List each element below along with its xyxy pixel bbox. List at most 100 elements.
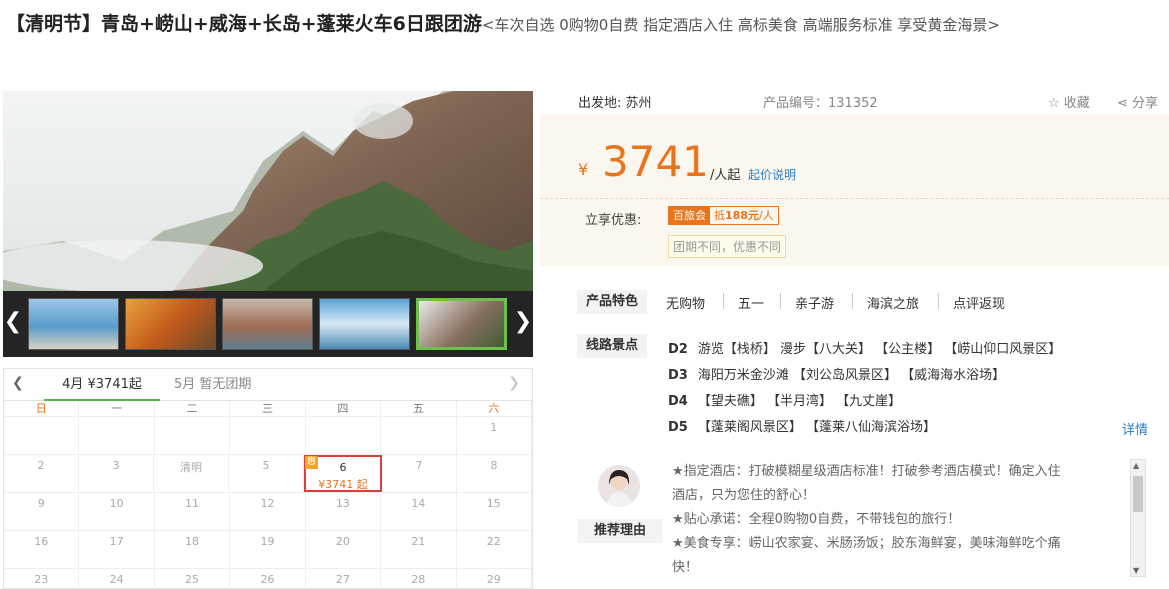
calendar-day: 19 [230, 531, 306, 568]
reason-line: 快！ [672, 560, 699, 575]
features-label: 产品特色 [577, 290, 647, 314]
route-detail-link[interactable]: 详情 [1122, 419, 1148, 438]
gallery-next-arrow-icon[interactable]: ❯ [513, 309, 533, 334]
thumbnail-1[interactable] [28, 298, 119, 350]
discount-amount: 抵188元/人 [714, 209, 774, 222]
calendar-day: 8 [457, 455, 532, 492]
reason-line: ★指定酒店：打破模糊星级酒店标准！打破参考酒店模式！确定入住 [672, 464, 1061, 479]
weekday-mon: 一 [79, 401, 155, 416]
calendar-day: 13 [306, 493, 382, 530]
departure-city: 出发地: 苏州 [578, 96, 652, 111]
discount-note: 团期不同，优惠不同 [668, 235, 787, 258]
calendar-week: 16 17 18 19 20 21 22 [4, 531, 532, 569]
mountain-photo [3, 91, 533, 291]
tab-month-april[interactable]: 4月 ¥3741起 [44, 369, 160, 401]
divider [723, 293, 724, 309]
weekday-tue: 二 [155, 401, 231, 416]
available-price: ¥3741 起 [318, 478, 368, 491]
route-line: D4 【望夫礁】 【半月湾】 【九丈崖】 [668, 394, 902, 409]
scroll-up-icon[interactable]: ▲ [1133, 461, 1139, 470]
route-line: D2 游览【栈桥】 漫步【八大关】 【公主楼】 【崂山仰口风景区】 [668, 342, 1062, 357]
calendar-next-icon[interactable]: ❯ [508, 375, 520, 391]
share-icon: ⋖ [1117, 96, 1128, 111]
price-panel: ¥ 3741 /人起 起价说明 立享优惠: 百旅会 抵188元/人 团期不同，优… [540, 115, 1169, 266]
price-amount: 3741 [602, 137, 709, 186]
departure-calendar: ❮ 4月 ¥3741起 5月 暂无团期 ❯ 日 一 二 三 四 五 六 1 2 … [3, 368, 533, 589]
feature-item[interactable]: 点评返现 [953, 293, 1005, 312]
avatar [598, 465, 640, 507]
calendar-week: 23 24 25 26 27 28 29 [4, 569, 532, 589]
gallery-prev-arrow-icon[interactable]: ❮ [3, 309, 23, 334]
thumbnail-strip: ❮ ❯ [3, 291, 533, 357]
calendar-day: 28 [381, 569, 457, 589]
currency-symbol: ¥ [578, 160, 589, 179]
discount-tag[interactable]: 百旅会 抵188元/人 [668, 206, 779, 225]
calendar-prev-icon[interactable]: ❮ [12, 375, 24, 391]
member-badge: 百旅会 [669, 207, 710, 224]
calendar-day-holiday: 清明 [154, 455, 229, 492]
divider [852, 293, 853, 309]
calendar-day: 18 [155, 531, 231, 568]
calendar-day: 3 [79, 455, 154, 492]
weekday-sun: 日 [4, 401, 80, 416]
calendar-day [381, 417, 457, 454]
calendar-day: 5 [229, 455, 304, 492]
feature-item[interactable]: 海滨之旅 [867, 293, 919, 312]
weekday-sat: 六 [457, 401, 532, 416]
scroll-down-icon[interactable]: ▼ [1133, 566, 1139, 575]
product-code: 产品编号：131352 [763, 96, 878, 111]
main-photo[interactable] [3, 91, 533, 291]
thumbnail-3[interactable] [222, 298, 313, 350]
calendar-header: ❮ 4月 ¥3741起 5月 暂无团期 ❯ [4, 369, 532, 401]
title-subtitle: <车次自选 0购物0自费 指定酒店入住 高标美食 高端服务标准 享受黄金海景> [481, 16, 1000, 34]
thumbnail-2[interactable] [125, 298, 216, 350]
weekday-thu: 四 [306, 401, 382, 416]
recommend-label: 推荐理由 [578, 519, 662, 543]
calendar-day: 26 [230, 569, 306, 589]
calendar-day: 15 [457, 493, 532, 530]
star-icon: ☆ [1048, 96, 1060, 111]
thumbnail-4[interactable] [319, 298, 410, 350]
weekday-header: 日 一 二 三 四 五 六 [4, 401, 532, 417]
calendar-day: 9 [4, 493, 80, 530]
calendar-day: 21 [381, 531, 457, 568]
calendar-week: 2 3 清明 5 惠 6 ¥3741 起 7 8 [4, 455, 532, 493]
weekday-fri: 五 [381, 401, 457, 416]
divider [780, 293, 781, 309]
route-line: D5 【蓬莱阁风景区】 【蓬莱八仙海滨浴场】 [668, 420, 936, 435]
share-label: 分享 [1132, 96, 1159, 111]
calendar-day: 20 [306, 531, 382, 568]
calendar-week: 1 [4, 417, 532, 455]
route-line: D3 海阳万米金沙滩 【刘公岛风景区】 【威海海水浴场】 [668, 368, 1006, 383]
calendar-day: 7 [382, 455, 457, 492]
favorite-button[interactable]: ☆ 收藏 [1048, 92, 1090, 111]
calendar-day [230, 417, 306, 454]
calendar-day [79, 417, 155, 454]
thumbnail-5-active[interactable] [416, 298, 507, 350]
discount-badge: 惠 [305, 456, 319, 469]
discount-label: 立享优惠: [585, 213, 642, 228]
calendar-day: 14 [381, 493, 457, 530]
tab-month-may[interactable]: 5月 暂无团期 [174, 369, 251, 401]
feature-item[interactable]: 五一 [738, 293, 764, 312]
feature-item[interactable]: 亲子游 [795, 293, 834, 312]
price-unit: /人起 [710, 168, 741, 183]
share-button[interactable]: ⋖ 分享 [1117, 92, 1158, 111]
calendar-day: 27 [306, 569, 382, 589]
calendar-day-available[interactable]: 惠 6 ¥3741 起 [304, 455, 382, 492]
feature-item[interactable]: 无购物 [666, 293, 705, 312]
calendar-day: 1 [457, 417, 532, 454]
product-title: 【清明节】青岛+崂山+威海+长岛+蓬莱火车6日跟团游<车次自选 0购物0自费 指… [6, 9, 1000, 36]
calendar-day: 25 [155, 569, 231, 589]
weekday-wed: 三 [230, 401, 306, 416]
scrollbar[interactable]: ▲ ▼ [1130, 459, 1146, 577]
reason-line: 酒店，只为您住的舒心！ [672, 488, 816, 503]
price-explanation-link[interactable]: 起价说明 [748, 166, 796, 183]
scrollbar-thumb[interactable] [1133, 476, 1143, 512]
calendar-day: 12 [230, 493, 306, 530]
calendar-day: 22 [457, 531, 532, 568]
favorite-label: 收藏 [1063, 96, 1090, 111]
calendar-day: 2 [4, 455, 79, 492]
calendar-day: 10 [79, 493, 155, 530]
reason-line: ★贴心承诺：全程0购物0自费，不带钱包的旅行！ [672, 512, 961, 527]
